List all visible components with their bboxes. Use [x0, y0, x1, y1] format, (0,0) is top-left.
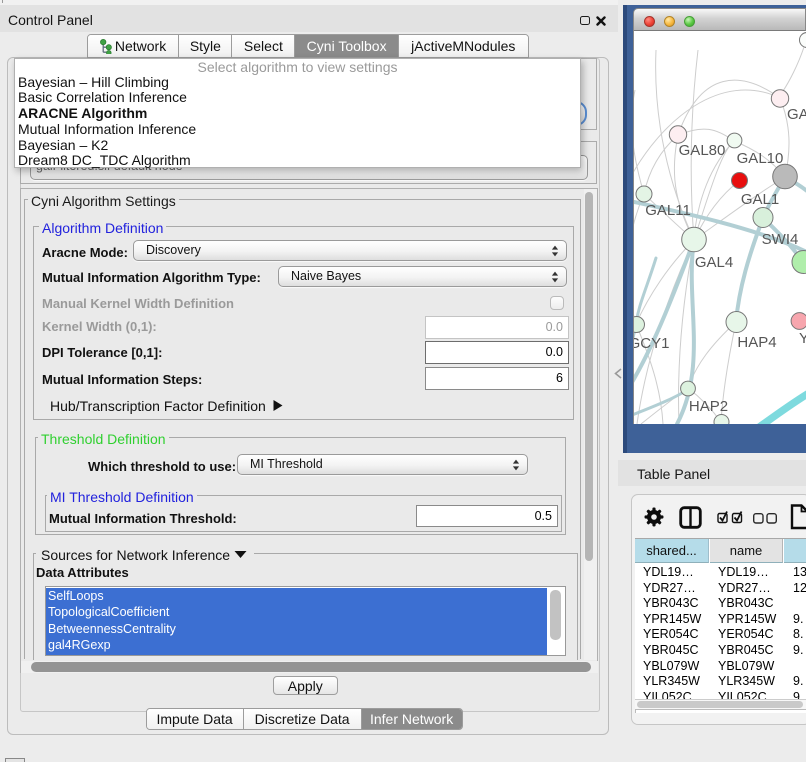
svg-text:GAL4: GAL4	[695, 254, 733, 271]
svg-text:GCY1: GCY1	[634, 335, 669, 352]
svg-text:HAP4: HAP4	[737, 334, 776, 351]
svg-text:HAP2: HAP2	[689, 398, 728, 415]
svg-text:GAL80: GAL80	[679, 142, 726, 159]
svg-text:GAL7: GAL7	[787, 106, 806, 123]
svg-text:GAL10: GAL10	[737, 150, 784, 167]
svg-text:Y: Y	[799, 330, 806, 347]
svg-text:SWI4: SWI4	[762, 231, 799, 248]
svg-text:GAL11: GAL11	[645, 202, 691, 219]
svg-text:GAL1: GAL1	[741, 191, 779, 208]
